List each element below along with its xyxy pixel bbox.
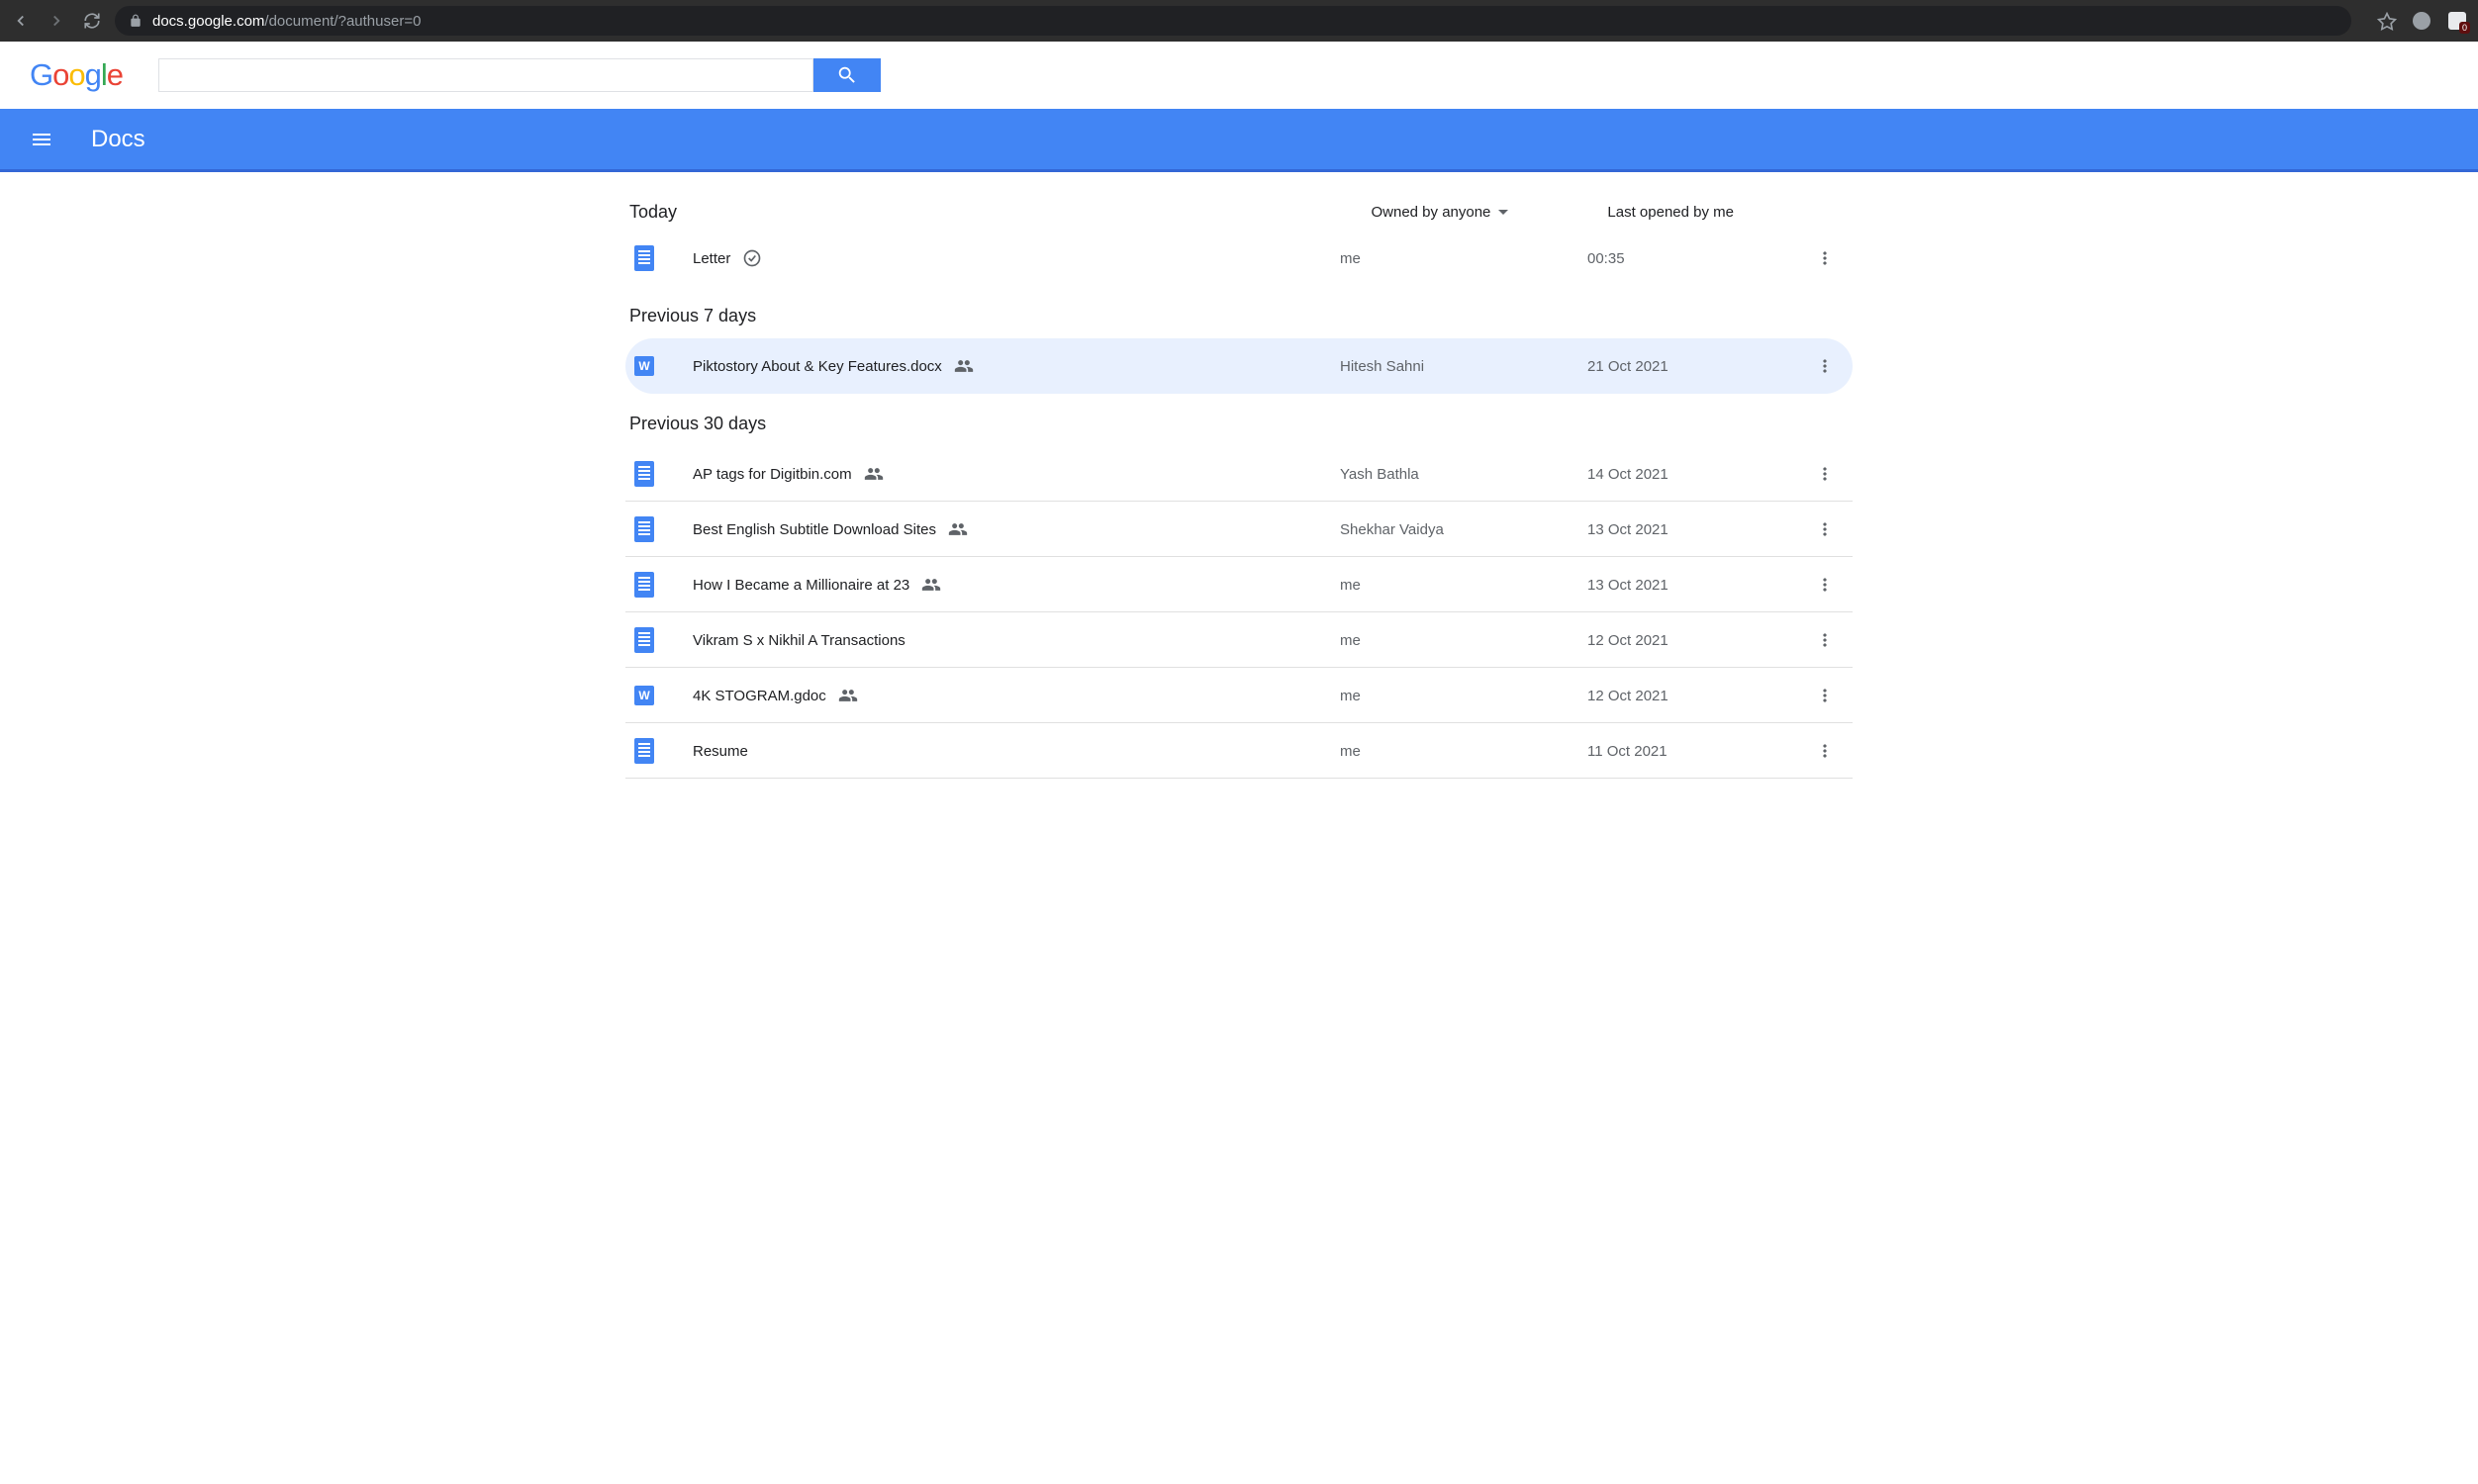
more-actions-button[interactable] <box>1805 356 1845 376</box>
menu-button[interactable] <box>30 128 53 151</box>
shared-icon <box>921 575 941 595</box>
browser-toolbar: docs.google.com/document/?authuser=0 0 <box>0 0 2478 42</box>
docs-file-icon <box>634 627 654 653</box>
document-owner: me <box>1340 743 1587 760</box>
document-date: 00:35 <box>1587 250 1805 267</box>
shared-icon <box>864 464 884 484</box>
document-owner: Hitesh Sahni <box>1340 358 1587 375</box>
section-heading: Previous 30 days <box>625 394 1853 446</box>
section-heading: Today <box>625 202 1371 223</box>
more-actions-button[interactable] <box>1805 464 1845 484</box>
sort-label[interactable]: Last opened by me <box>1607 204 1853 221</box>
shared-icon <box>954 356 974 376</box>
extension-icon[interactable] <box>2413 12 2430 30</box>
document-name: 4K STOGRAM.gdoc <box>693 686 1340 705</box>
docs-file-icon <box>634 461 654 487</box>
document-name: AP tags for Digitbin.com <box>693 464 1340 484</box>
profile-avatar[interactable]: 0 <box>2448 12 2466 30</box>
docs-file-icon <box>634 572 654 598</box>
document-owner: me <box>1340 688 1587 704</box>
notification-badge: 0 <box>2459 22 2470 34</box>
shared-icon <box>948 519 968 539</box>
document-list: TodayOwned by anyoneLast opened by me Let… <box>625 172 1853 779</box>
document-row[interactable]: Resumeme11 Oct 2021 <box>625 723 1853 779</box>
document-row[interactable]: Letterme00:35 <box>625 231 1853 286</box>
offline-icon <box>742 248 762 268</box>
forward-button[interactable] <box>48 12 65 30</box>
reload-button[interactable] <box>83 12 101 30</box>
document-name: Piktostory About & Key Features.docx <box>693 356 1340 376</box>
document-row[interactable]: W 4K STOGRAM.gdocme12 Oct 2021 <box>625 668 1853 723</box>
document-owner: Shekhar Vaidya <box>1340 521 1587 538</box>
document-row[interactable]: How I Became a Millionaire at 23me13 Oct… <box>625 557 1853 612</box>
document-owner: me <box>1340 632 1587 649</box>
docs-file-icon <box>634 245 654 271</box>
lock-icon <box>129 14 143 28</box>
google-header: Google <box>0 42 2478 109</box>
chevron-down-icon <box>1498 210 1508 215</box>
url-text: docs.google.com/document/?authuser=0 <box>152 13 421 30</box>
document-date: 12 Oct 2021 <box>1587 688 1805 704</box>
document-name: Best English Subtitle Download Sites <box>693 519 1340 539</box>
word-file-icon: W <box>634 356 654 376</box>
more-actions-button[interactable] <box>1805 575 1845 595</box>
search-icon <box>836 64 858 86</box>
search-input[interactable] <box>158 58 813 92</box>
app-title: Docs <box>91 126 145 153</box>
document-date: 11 Oct 2021 <box>1587 743 1805 760</box>
document-owner: Yash Bathla <box>1340 466 1587 483</box>
document-row[interactable]: Best English Subtitle Download SitesShek… <box>625 502 1853 557</box>
document-name: Resume <box>693 743 1340 760</box>
address-bar[interactable]: docs.google.com/document/?authuser=0 <box>115 6 2351 36</box>
more-actions-button[interactable] <box>1805 686 1845 705</box>
app-bar: Docs <box>0 109 2478 172</box>
document-row[interactable]: Vikram S x Nikhil A Transactionsme12 Oct… <box>625 612 1853 668</box>
document-date: 12 Oct 2021 <box>1587 632 1805 649</box>
docs-file-icon <box>634 516 654 542</box>
document-date: 13 Oct 2021 <box>1587 521 1805 538</box>
document-name: Letter <box>693 248 1340 268</box>
document-row[interactable]: W Piktostory About & Key Features.docxHit… <box>625 338 1853 394</box>
document-row[interactable]: AP tags for Digitbin.comYash Bathla14 Oc… <box>625 446 1853 502</box>
google-logo[interactable]: Google <box>30 57 123 93</box>
document-name: How I Became a Millionaire at 23 <box>693 575 1340 595</box>
search-button[interactable] <box>813 58 881 92</box>
document-owner: me <box>1340 250 1587 267</box>
more-actions-button[interactable] <box>1805 248 1845 268</box>
document-date: 21 Oct 2021 <box>1587 358 1805 375</box>
document-date: 14 Oct 2021 <box>1587 466 1805 483</box>
more-actions-button[interactable] <box>1805 630 1845 650</box>
shared-icon <box>838 686 858 705</box>
word-file-icon: W <box>634 686 654 705</box>
document-date: 13 Oct 2021 <box>1587 577 1805 594</box>
back-button[interactable] <box>12 12 30 30</box>
search-container <box>158 58 881 92</box>
section-heading: Previous 7 days <box>625 286 1853 338</box>
owner-filter-dropdown[interactable]: Owned by anyone <box>1371 204 1607 221</box>
document-owner: me <box>1340 577 1587 594</box>
more-actions-button[interactable] <box>1805 519 1845 539</box>
docs-file-icon <box>634 738 654 764</box>
more-actions-button[interactable] <box>1805 741 1845 761</box>
bookmark-star-icon[interactable] <box>2377 12 2395 30</box>
document-name: Vikram S x Nikhil A Transactions <box>693 632 1340 649</box>
